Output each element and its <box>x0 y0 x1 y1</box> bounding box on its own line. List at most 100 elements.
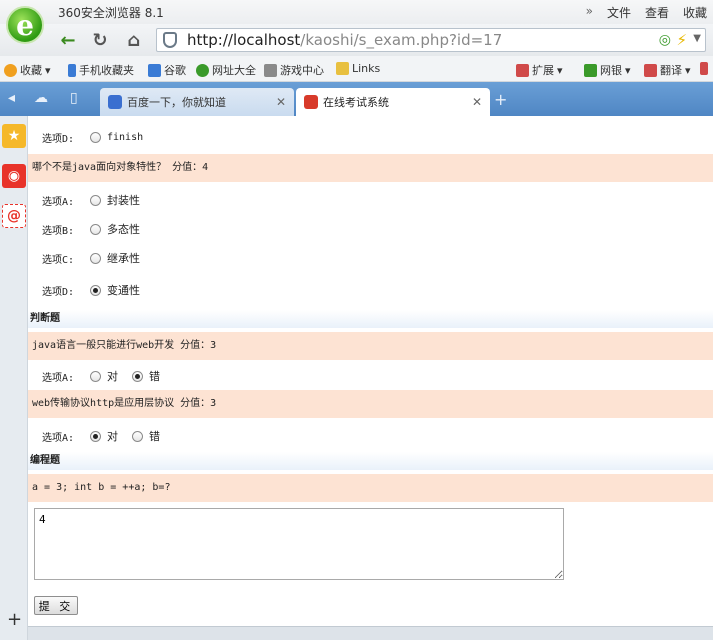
option-label: 选项A: <box>42 432 75 444</box>
option-text: 封装性 <box>107 194 140 207</box>
bookmark-google[interactable]: 谷歌 <box>148 62 186 78</box>
option-b: 选项B: 多态性 <box>42 220 154 238</box>
tab-bar: ◂ ☁ ▯ 百度一下，你就知道 ✕ 在线考试系统 ✕ + <box>0 82 713 116</box>
bookmark-favorites[interactable]: 收藏 ▾ <box>4 62 51 78</box>
left-sidebar: ★ ◉ @ + <box>0 116 28 640</box>
url-host: http://localhost <box>187 31 301 49</box>
option-text: 错 <box>149 370 160 383</box>
menu-file[interactable]: 文件 <box>607 4 631 21</box>
option-text: finish <box>107 131 144 143</box>
section-heading-code: 编程题 <box>28 452 713 470</box>
option-label: 选项A: <box>42 196 75 208</box>
judge-options: 选项A: 对 错 <box>42 427 174 445</box>
mobile-icon[interactable]: ▯ <box>70 90 78 106</box>
security-check-icon[interactable]: ◎ <box>659 32 671 48</box>
sidebar-toggle-icon[interactable]: ◂ <box>8 90 15 106</box>
toolbar-translate[interactable]: 翻译 ▾ <box>644 62 691 78</box>
toolbar-more[interactable] <box>700 62 708 75</box>
radio-button[interactable] <box>90 131 101 143</box>
close-tab-icon[interactable]: ✕ <box>276 95 286 109</box>
submit-button[interactable]: 提 交 <box>34 596 78 615</box>
browser-logo-icon[interactable]: e <box>6 6 44 44</box>
baidu-paw-icon <box>108 95 122 109</box>
bookmark-games[interactable]: 游戏中心 <box>264 62 324 78</box>
back-arrow-icon[interactable]: ← <box>56 29 80 51</box>
lightning-icon[interactable]: ⚡ <box>676 31 687 49</box>
question-prompt: java语言一般只能进行web开发 分值：3 <box>28 332 713 360</box>
chevron-down-icon[interactable]: ▼ <box>693 33 701 44</box>
option-label: 选项A: <box>42 372 75 384</box>
weibo-icon[interactable]: ◉ <box>2 164 26 188</box>
status-bar <box>28 626 713 640</box>
question-prompt: web传输协议http是应用层协议 分值：3 <box>28 390 713 418</box>
radio-button[interactable] <box>132 430 143 442</box>
radio-button[interactable] <box>90 194 101 206</box>
option-c: 选项C: 继承性 <box>42 249 154 267</box>
shield-icon <box>163 32 177 48</box>
menu-more-chevron[interactable]: » <box>586 4 593 21</box>
address-bar[interactable]: http://localhost/kaoshi/s_exam.php?id=17… <box>156 28 706 52</box>
add-sidebar-plus-icon[interactable]: + <box>7 609 22 630</box>
tab-exam[interactable]: 在线考试系统 ✕ <box>296 88 490 116</box>
question-prompt: 哪个不是java面向对象特性？ 分值：4 <box>28 154 713 182</box>
browser-window: 360安全浏览器 8.1 » 文件 查看 收藏 e ← ↻ ⌂ http://l… <box>0 0 713 640</box>
new-tab-plus-icon[interactable]: + <box>494 90 507 109</box>
tab-baidu[interactable]: 百度一下，你就知道 ✕ <box>100 88 294 116</box>
bookmarks-bar: 收藏 ▾ 手机收藏夹 谷歌 网址大全 游戏中心 Links 扩展 ▾ 网银 ▾ 翻译 ▾ <box>0 56 713 82</box>
radio-button-selected[interactable] <box>90 430 101 442</box>
bookmark-mobile[interactable]: 手机收藏夹 <box>68 62 134 78</box>
prev-option-d: 选项D: finish <box>42 128 157 146</box>
exam-page: 选项D: finish 哪个不是java面向对象特性？ 分值：4 选项A: 封装… <box>28 116 713 640</box>
more-icon <box>700 62 708 75</box>
section-heading-judge: 判断题 <box>28 310 713 328</box>
menu-view[interactable]: 查看 <box>645 4 669 21</box>
radio-button[interactable] <box>90 370 101 382</box>
option-text: 对 <box>107 370 118 383</box>
bookmark-links[interactable]: Links <box>336 62 380 75</box>
option-text: 对 <box>107 430 118 443</box>
url-path: /kaoshi/s_exam.php?id=17 <box>300 31 503 49</box>
option-label: 选项C: <box>42 254 75 266</box>
star-icon <box>4 63 17 77</box>
question-prompt: a = 3; int b = ++a; b=? <box>28 474 713 502</box>
option-label: 选项D: <box>42 286 75 298</box>
app-title: 360安全浏览器 8.1 <box>58 6 164 20</box>
option-label: 选项B: <box>42 225 75 237</box>
toolbar-ebank[interactable]: 网银 ▾ <box>584 62 631 78</box>
radio-button[interactable] <box>90 252 101 264</box>
refresh-icon[interactable]: ↻ <box>88 29 112 51</box>
bank-icon <box>584 63 597 77</box>
option-a: 选项A: 封装性 <box>42 191 154 209</box>
option-text: 多态性 <box>107 223 140 236</box>
tab-title: 在线考试系统 <box>323 96 389 109</box>
judge-options: 选项A: 对 错 <box>42 367 174 385</box>
home-icon[interactable]: ⌂ <box>122 29 146 51</box>
radio-button[interactable] <box>90 223 101 235</box>
translate-icon <box>644 63 657 77</box>
folder-icon <box>336 62 349 75</box>
globe-icon <box>196 63 209 77</box>
page-favicon-icon <box>304 95 318 109</box>
tab-title: 百度一下，你就知道 <box>127 96 226 109</box>
favorites-star-icon[interactable]: ★ <box>2 124 26 148</box>
menu-favorites[interactable]: 收藏 <box>683 4 707 21</box>
close-tab-icon[interactable]: ✕ <box>472 95 482 109</box>
answer-textarea[interactable]: 4 <box>34 508 564 580</box>
radio-button-selected[interactable] <box>132 370 143 382</box>
bookmark-sites[interactable]: 网址大全 <box>196 62 256 78</box>
gamepad-icon <box>264 63 277 77</box>
extensions-icon <box>516 63 529 77</box>
top-menu: » 文件 查看 收藏 <box>586 4 707 21</box>
toolbar-extensions[interactable]: 扩展 ▾ <box>516 62 563 78</box>
title-bar: 360安全浏览器 8.1 » 文件 查看 收藏 <box>0 0 713 24</box>
url-text[interactable]: http://localhost/kaoshi/s_exam.php?id=17 <box>187 31 502 49</box>
option-label: 选项D: <box>42 133 75 145</box>
option-text: 继承性 <box>107 252 140 265</box>
radio-button-selected[interactable] <box>90 284 101 296</box>
phone-icon <box>68 63 76 77</box>
mail-at-icon[interactable]: @ <box>2 204 26 228</box>
option-text: 错 <box>149 430 160 443</box>
cloud-icon[interactable]: ☁ <box>34 90 48 106</box>
google-icon <box>148 63 161 77</box>
option-text: 变通性 <box>107 284 140 297</box>
